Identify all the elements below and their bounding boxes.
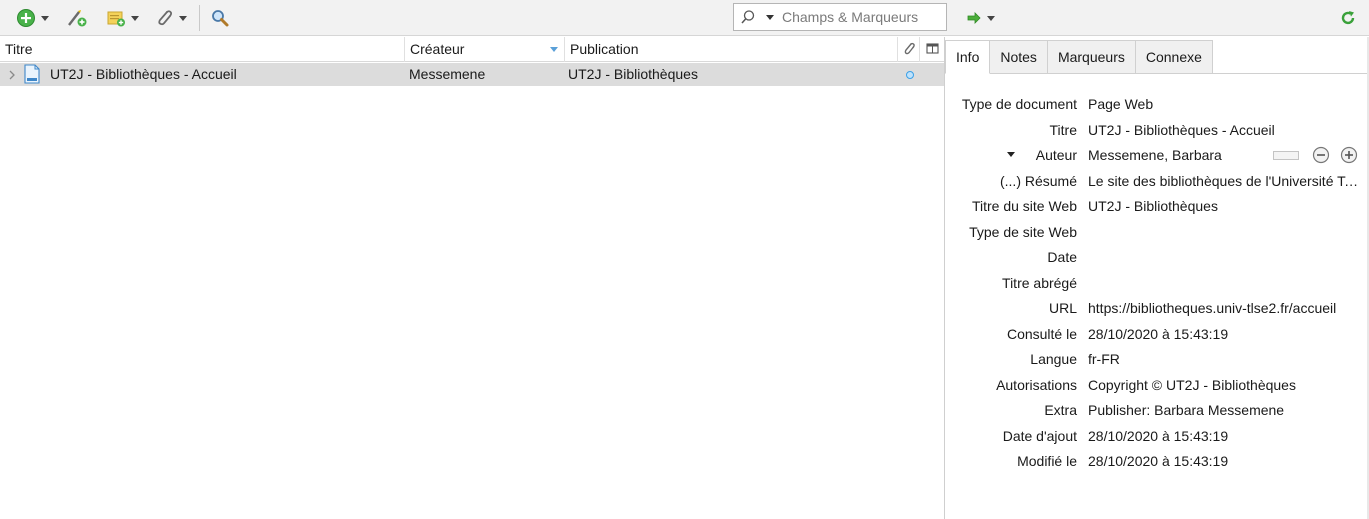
field-url[interactable]: URL https://bibliotheques.univ-tlse2.fr/…: [945, 297, 1369, 319]
search-icon: [741, 10, 755, 24]
chevron-down-icon: [179, 15, 187, 21]
column-creator[interactable]: Créateur: [405, 37, 565, 62]
unread-dot-icon: [906, 71, 914, 79]
column-picker-icon: [926, 43, 939, 54]
tab-tags[interactable]: Marqueurs: [1047, 40, 1136, 74]
field-accessed[interactable]: Consulté le 28/10/2020 à 15:43:19: [945, 323, 1369, 345]
column-creator-label: Créateur: [410, 41, 465, 57]
advanced-search-icon: [212, 10, 229, 27]
sync-icon: [1341, 11, 1355, 25]
field-label: Autorisations: [996, 377, 1077, 393]
field-short-title[interactable]: Titre abrégé: [945, 272, 1369, 294]
field-value[interactable]: UT2J - Bibliothèques: [1088, 195, 1360, 217]
sync-button[interactable]: [1339, 6, 1357, 30]
remove-creator-icon[interactable]: [1312, 146, 1330, 164]
field-item-type[interactable]: Type de document Page Web: [945, 93, 1369, 115]
add-attachment-button[interactable]: [154, 6, 187, 30]
column-attachments[interactable]: [898, 37, 920, 62]
field-website-title[interactable]: Titre du site Web UT2J - Bibliothèques: [945, 195, 1369, 217]
field-value[interactable]: Messemene, Barbara: [1088, 144, 1268, 166]
field-value[interactable]: https://bibliotheques.univ-tlse2.fr/accu…: [1088, 297, 1360, 319]
field-label[interactable]: URL: [1049, 297, 1077, 319]
sort-indicator-icon: [550, 47, 558, 52]
attachment-column-icon: [904, 42, 915, 55]
field-label: Modifié le: [1017, 453, 1077, 469]
field-date-modified: Modifié le 28/10/2020 à 15:43:19: [945, 450, 1369, 472]
field-value[interactable]: Copyright © UT2J - Bibliothèques: [1088, 374, 1360, 396]
column-header: Titre Créateur Publication: [0, 37, 944, 62]
field-author[interactable]: Auteur Messemene, Barbara: [945, 144, 1369, 166]
field-value[interactable]: Publisher: Barbara Messemene: [1088, 399, 1360, 421]
field-website-type[interactable]: Type de site Web: [945, 221, 1369, 243]
items-pane: Titre Créateur Publication UT2J - Biblio…: [0, 37, 944, 519]
search-placeholder: Champs & Marqueurs: [782, 9, 919, 25]
field-title[interactable]: Titre UT2J - Bibliothèques - Accueil: [945, 119, 1369, 141]
field-label: Titre abrégé: [1002, 275, 1077, 291]
field-date[interactable]: Date: [945, 246, 1369, 268]
item-title: UT2J - Bibliothèques - Accueil: [50, 66, 237, 82]
field-label: Titre: [1049, 122, 1077, 138]
field-label: Date d'ajout: [1002, 428, 1077, 444]
attachment-icon: [158, 10, 173, 26]
column-publication-label: Publication: [570, 41, 639, 57]
tab-related[interactable]: Connexe: [1135, 40, 1213, 74]
field-label: Type de site Web: [969, 224, 1077, 240]
field-extra[interactable]: Extra Publisher: Barbara Messemene: [945, 399, 1369, 421]
new-item-button[interactable]: [16, 6, 49, 30]
field-value[interactable]: Page Web: [1088, 93, 1360, 115]
new-note-button[interactable]: [106, 6, 139, 30]
field-label: Extra: [1044, 402, 1077, 418]
column-title[interactable]: Titre: [0, 37, 405, 62]
item-publication: UT2J - Bibliothèques: [568, 66, 698, 82]
field-value: 28/10/2020 à 15:43:19: [1088, 453, 1229, 469]
column-publication[interactable]: Publication: [565, 37, 898, 62]
field-label: (...) Résumé: [999, 173, 1077, 189]
field-label: Auteur: [1035, 147, 1077, 163]
field-value[interactable]: Le site des bibliothèques de l'Universit…: [1088, 170, 1360, 192]
item-creator: Messemene: [409, 66, 486, 82]
tab-notes[interactable]: Notes: [990, 40, 1048, 74]
toolbar: Champs & Marqueurs: [0, 0, 1369, 36]
chevron-down-icon: [131, 15, 139, 21]
search-mode-dropdown-icon[interactable]: [766, 14, 774, 20]
field-value[interactable]: 28/10/2020 à 15:43:19: [1088, 323, 1360, 345]
new-note-icon: [107, 11, 125, 27]
field-label: Date: [1047, 249, 1077, 265]
field-date-added: Date d'ajout 28/10/2020 à 15:43:19: [945, 425, 1369, 447]
field-rights[interactable]: Autorisations Copyright © UT2J - Bibliot…: [945, 374, 1369, 396]
new-item-icon: [17, 9, 35, 27]
search-input[interactable]: Champs & Marqueurs: [733, 3, 947, 31]
table-row[interactable]: UT2J - Bibliothèques - Accueil Messemene…: [0, 63, 944, 86]
chevron-down-icon: [987, 15, 995, 21]
field-language[interactable]: Langue fr-FR: [945, 348, 1369, 370]
add-by-identifier-button[interactable]: [66, 6, 88, 30]
field-label: Consulté le: [1006, 326, 1077, 342]
creator-type-dropdown-icon[interactable]: [1006, 151, 1016, 159]
web-page-icon: [24, 64, 40, 84]
name-mode-switch[interactable]: [1273, 151, 1299, 160]
add-by-identifier-icon: [68, 10, 87, 27]
column-picker[interactable]: [920, 37, 944, 62]
tab-info[interactable]: Info: [945, 40, 991, 74]
field-value: 28/10/2020 à 15:43:19: [1088, 428, 1229, 444]
tab-strip: Info Notes Marqueurs Connexe: [945, 40, 1213, 74]
field-abstract[interactable]: (...) Résumé Le site des bibliothèques d…: [945, 170, 1369, 192]
field-label: Langue: [1030, 351, 1077, 367]
add-creator-icon[interactable]: [1340, 146, 1358, 164]
field-label: Titre du site Web: [971, 198, 1077, 214]
field-label: Type de document: [961, 96, 1077, 112]
locate-icon: [967, 12, 981, 24]
toolbar-separator: [199, 5, 200, 31]
field-value[interactable]: fr-FR: [1088, 348, 1360, 370]
locate-button[interactable]: [966, 6, 995, 30]
item-pane: Info Notes Marqueurs Connexe Type de doc…: [945, 37, 1369, 519]
chevron-down-icon: [41, 15, 49, 21]
chevron-right-icon[interactable]: [8, 70, 16, 80]
field-value[interactable]: UT2J - Bibliothèques - Accueil: [1088, 119, 1360, 141]
advanced-search-button[interactable]: [210, 6, 230, 30]
column-title-label: Titre: [5, 41, 33, 57]
